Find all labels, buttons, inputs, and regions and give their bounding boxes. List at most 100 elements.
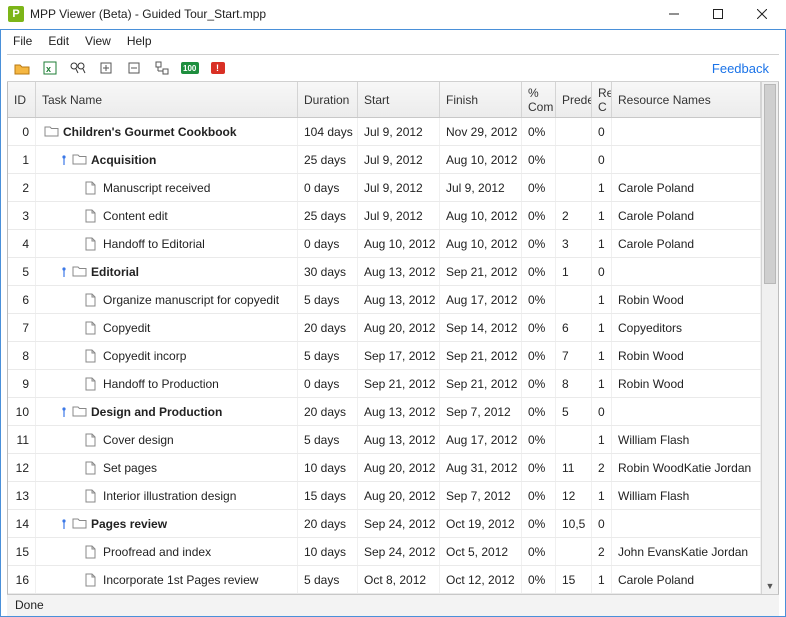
folder-icon <box>72 265 87 278</box>
vertical-scrollbar[interactable]: ▲ ▼ <box>761 82 778 594</box>
collapse-icon[interactable] <box>125 59 143 77</box>
cell-finish: Jul 9, 2012 <box>440 174 522 201</box>
table-row[interactable]: 11Cover design5 daysAug 13, 2012Aug 17, … <box>8 426 761 454</box>
cell-predecessors <box>556 118 592 145</box>
cell-finish: Aug 10, 2012 <box>440 202 522 229</box>
col-percent-complete[interactable]: %Com <box>522 82 556 117</box>
find-icon[interactable] <box>69 59 87 77</box>
link-icon <box>60 407 68 417</box>
badge-100-icon[interactable]: 100 <box>181 59 199 77</box>
table-row[interactable]: 16Incorporate 1st Pages review5 daysOct … <box>8 566 761 594</box>
table-row[interactable]: 14Pages review20 daysSep 24, 2012Oct 19,… <box>8 510 761 538</box>
cell-resource-names <box>612 510 761 537</box>
task-name-text: Content edit <box>103 209 168 223</box>
cell-finish: Sep 7, 2012 <box>440 398 522 425</box>
table-row[interactable]: 4Handoff to Editorial0 daysAug 10, 2012A… <box>8 230 761 258</box>
table-row[interactable]: 13Interior illustration design15 daysAug… <box>8 482 761 510</box>
menu-file[interactable]: File <box>5 32 40 50</box>
task-name-text: Set pages <box>103 461 157 475</box>
page-icon <box>84 349 99 362</box>
cell-percent-complete: 0% <box>522 314 556 341</box>
cell-resource-count: 0 <box>592 510 612 537</box>
table-row[interactable]: 3Content edit25 daysJul 9, 2012Aug 10, 2… <box>8 202 761 230</box>
col-predecessors[interactable]: Prede <box>556 82 592 117</box>
cell-start: Aug 20, 2012 <box>358 482 440 509</box>
table-row[interactable]: 7Copyedit20 daysAug 20, 2012Sep 14, 2012… <box>8 314 761 342</box>
folder-icon <box>44 125 59 138</box>
cell-resource-names: Copyeditors <box>612 314 761 341</box>
cell-duration: 0 days <box>298 230 358 257</box>
table-row[interactable]: 2Manuscript received0 daysJul 9, 2012Jul… <box>8 174 761 202</box>
cell-resource-names <box>612 398 761 425</box>
cell-start: Aug 13, 2012 <box>358 398 440 425</box>
cell-finish: Aug 10, 2012 <box>440 146 522 173</box>
col-resource-names[interactable]: Resource Names <box>612 82 761 117</box>
status-bar: Done <box>7 594 779 616</box>
table-row[interactable]: 10Design and Production20 daysAug 13, 20… <box>8 398 761 426</box>
close-button[interactable] <box>740 0 784 28</box>
table-row[interactable]: 6Organize manuscript for copyedit5 daysA… <box>8 286 761 314</box>
cell-resource-names: John EvansKatie Jordan <box>612 538 761 565</box>
col-duration[interactable]: Duration <box>298 82 358 117</box>
minimize-button[interactable] <box>652 0 696 28</box>
outline-icon[interactable] <box>153 59 171 77</box>
cell-start: Aug 13, 2012 <box>358 426 440 453</box>
maximize-button[interactable] <box>696 0 740 28</box>
task-name-text: Pages review <box>91 517 167 531</box>
cell-percent-complete: 0% <box>522 482 556 509</box>
cell-start: Aug 13, 2012 <box>358 258 440 285</box>
task-name-text: Acquisition <box>91 153 156 167</box>
cell-task-name: Children's Gourmet Cookbook <box>36 118 298 145</box>
cell-resource-names <box>612 258 761 285</box>
cell-finish: Aug 17, 2012 <box>440 426 522 453</box>
cell-predecessors: 10,5 <box>556 510 592 537</box>
cell-resource-count: 1 <box>592 482 612 509</box>
table-row[interactable]: 1Acquisition25 daysJul 9, 2012Aug 10, 20… <box>8 146 761 174</box>
menu-view[interactable]: View <box>77 32 119 50</box>
badge-alert-icon[interactable]: ! <box>209 59 227 77</box>
cell-duration: 20 days <box>298 398 358 425</box>
cell-percent-complete: 0% <box>522 398 556 425</box>
table-row[interactable]: 15Proofread and index10 daysSep 24, 2012… <box>8 538 761 566</box>
expand-icon[interactable] <box>97 59 115 77</box>
cell-finish: Aug 10, 2012 <box>440 230 522 257</box>
cell-resource-count: 1 <box>592 342 612 369</box>
col-start[interactable]: Start <box>358 82 440 117</box>
cell-id: 10 <box>8 398 36 425</box>
page-icon <box>84 545 99 558</box>
table-row[interactable]: 12Set pages10 daysAug 20, 2012Aug 31, 20… <box>8 454 761 482</box>
cell-task-name: Copyedit incorp <box>36 342 298 369</box>
cell-finish: Sep 14, 2012 <box>440 314 522 341</box>
task-name-text: Handoff to Editorial <box>103 237 205 251</box>
cell-id: 3 <box>8 202 36 229</box>
table-row[interactable]: 5Editorial30 daysAug 13, 2012Sep 21, 201… <box>8 258 761 286</box>
cell-task-name: Copyedit <box>36 314 298 341</box>
col-finish[interactable]: Finish <box>440 82 522 117</box>
scroll-thumb[interactable] <box>764 84 776 284</box>
table-row[interactable]: 0Children's Gourmet Cookbook104 daysJul … <box>8 118 761 146</box>
cell-id: 14 <box>8 510 36 537</box>
page-icon <box>84 433 99 446</box>
table-row[interactable]: 8Copyedit incorp5 daysSep 17, 2012Sep 21… <box>8 342 761 370</box>
feedback-link[interactable]: Feedback <box>712 61 773 76</box>
scroll-down-icon[interactable]: ▼ <box>762 577 778 594</box>
task-grid: ID Task Name Duration Start Finish %Com … <box>8 82 761 594</box>
col-id[interactable]: ID <box>8 82 36 117</box>
cell-task-name: Handoff to Production <box>36 370 298 397</box>
svg-text:100: 100 <box>183 64 197 73</box>
table-row[interactable]: 9Handoff to Production0 daysSep 21, 2012… <box>8 370 761 398</box>
export-excel-icon[interactable]: x <box>41 59 59 77</box>
cell-task-name: Pages review <box>36 510 298 537</box>
menu-help[interactable]: Help <box>119 32 160 50</box>
cell-id: 7 <box>8 314 36 341</box>
open-icon[interactable] <box>13 59 31 77</box>
cell-resource-count: 2 <box>592 538 612 565</box>
cell-predecessors <box>556 146 592 173</box>
menu-edit[interactable]: Edit <box>40 32 77 50</box>
menu-bar: File Edit View Help <box>1 30 785 52</box>
cell-resource-count: 1 <box>592 230 612 257</box>
col-task-name[interactable]: Task Name <box>36 82 298 117</box>
toolbar: x 100 ! Feedback <box>7 54 779 82</box>
cell-resource-count: 0 <box>592 146 612 173</box>
col-resource-count[interactable]: ReC <box>592 82 612 117</box>
